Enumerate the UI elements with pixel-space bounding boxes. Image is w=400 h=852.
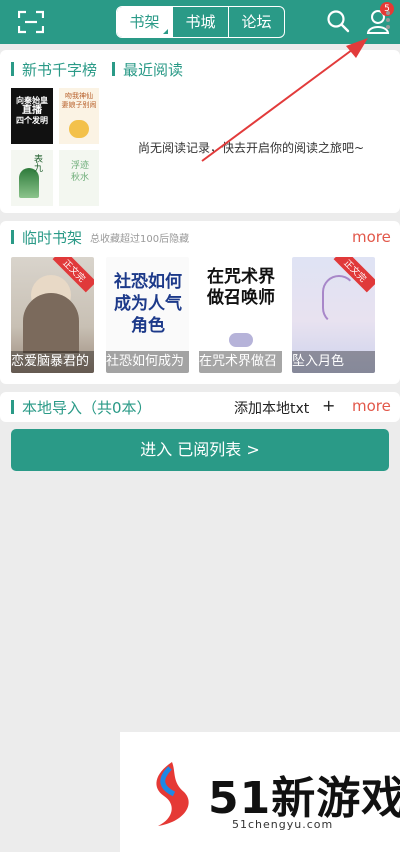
cover-illustration bbox=[19, 168, 39, 198]
watermark-url: 51chengyu.com bbox=[232, 818, 334, 831]
book-card[interactable]: 社恐如何成为人气角色 社恐如何成为 bbox=[106, 257, 189, 373]
book-title: 恋爱脑暴君的 bbox=[11, 351, 94, 373]
watermark-logo-icon bbox=[156, 762, 189, 826]
section-marker bbox=[112, 62, 115, 76]
tab-bookstore-label: 书城 bbox=[185, 13, 216, 31]
book-title: 在咒术界做召 bbox=[199, 351, 282, 373]
new-book-ranking-title[interactable]: 新书千字榜 bbox=[22, 59, 97, 80]
cover-illustration bbox=[69, 120, 89, 138]
section-marker bbox=[11, 400, 14, 414]
tab-switcher: 书架 书城 论坛 bbox=[116, 6, 285, 38]
tab-forum[interactable]: 论坛 bbox=[229, 7, 284, 37]
ranking-cover-3[interactable]: 表九 bbox=[11, 150, 53, 206]
add-local-txt-button[interactable]: 添加本地txt bbox=[234, 398, 309, 418]
ranking-cover-1[interactable]: 向秦始皇 直播 四个发明 bbox=[11, 88, 53, 144]
book-card[interactable]: 正文完 恋爱脑暴君的 bbox=[11, 257, 94, 373]
local-import-title: 本地导入（共0本） bbox=[22, 399, 152, 417]
book-card[interactable]: 在咒术界做召唤师 在咒术界做召 bbox=[199, 257, 282, 373]
empty-reading-message: 尚无阅读记录，快去开启你的阅读之旅吧~ bbox=[138, 141, 365, 155]
cover-text: 在咒术界做召唤师 bbox=[207, 267, 275, 308]
cover-illustration bbox=[229, 333, 253, 347]
cover-text: 社恐如何成为人气角色 bbox=[114, 272, 182, 336]
more-options-icon[interactable] bbox=[386, 11, 392, 29]
book-title: 社恐如何成为 bbox=[106, 351, 189, 373]
cover-text: 直播 bbox=[22, 105, 42, 116]
add-plus-icon[interactable]: + bbox=[322, 396, 335, 415]
temp-shelf-note: 总收藏超过100后隐藏 bbox=[90, 234, 190, 245]
temp-shelf-more-link[interactable]: more bbox=[352, 228, 391, 246]
watermark-panel: 51新游戏 51chengyu.com bbox=[120, 732, 400, 852]
enter-read-list-button[interactable]: 进入 已阅列表 > bbox=[11, 429, 389, 471]
cover-text: 妻娘子别闹 bbox=[61, 101, 97, 109]
top-bar: 书架 书城 论坛 5 bbox=[0, 0, 400, 44]
local-more-link[interactable]: more bbox=[352, 397, 391, 415]
tab-bookshelf-label: 书架 bbox=[129, 13, 160, 31]
cover-text: 表九 bbox=[32, 154, 42, 172]
ranking-cover-2[interactable]: 吻我神仙 妻娘子别闹 bbox=[59, 88, 99, 144]
cover-illustration bbox=[23, 293, 79, 353]
book-card[interactable]: 正文完 坠入月色 bbox=[292, 257, 375, 373]
dropdown-corner-icon bbox=[163, 29, 168, 34]
temp-shelf-title: 临时书架 bbox=[22, 229, 83, 247]
cover-text: 秋水 bbox=[70, 173, 89, 183]
recent-reading-title[interactable]: 最近阅读 bbox=[123, 59, 183, 80]
search-icon[interactable] bbox=[326, 9, 350, 33]
cover-illustration bbox=[322, 275, 356, 325]
cover-text: 吻我神仙 bbox=[65, 92, 93, 100]
scan-icon[interactable] bbox=[18, 10, 44, 34]
tab-bookstore[interactable]: 书城 bbox=[173, 7, 229, 37]
ranking-cover-4[interactable]: 浮迹 秋水 bbox=[59, 150, 99, 206]
book-title: 坠入月色 bbox=[292, 351, 375, 373]
section-marker bbox=[11, 62, 14, 76]
watermark-title: 51新游戏 bbox=[208, 773, 400, 824]
cover-text: 浮迹 bbox=[70, 161, 89, 171]
tab-bookshelf[interactable]: 书架 bbox=[117, 7, 173, 37]
cover-text: 四个发明 bbox=[16, 116, 48, 125]
tab-forum-label: 论坛 bbox=[241, 13, 272, 31]
section-marker bbox=[11, 230, 14, 244]
